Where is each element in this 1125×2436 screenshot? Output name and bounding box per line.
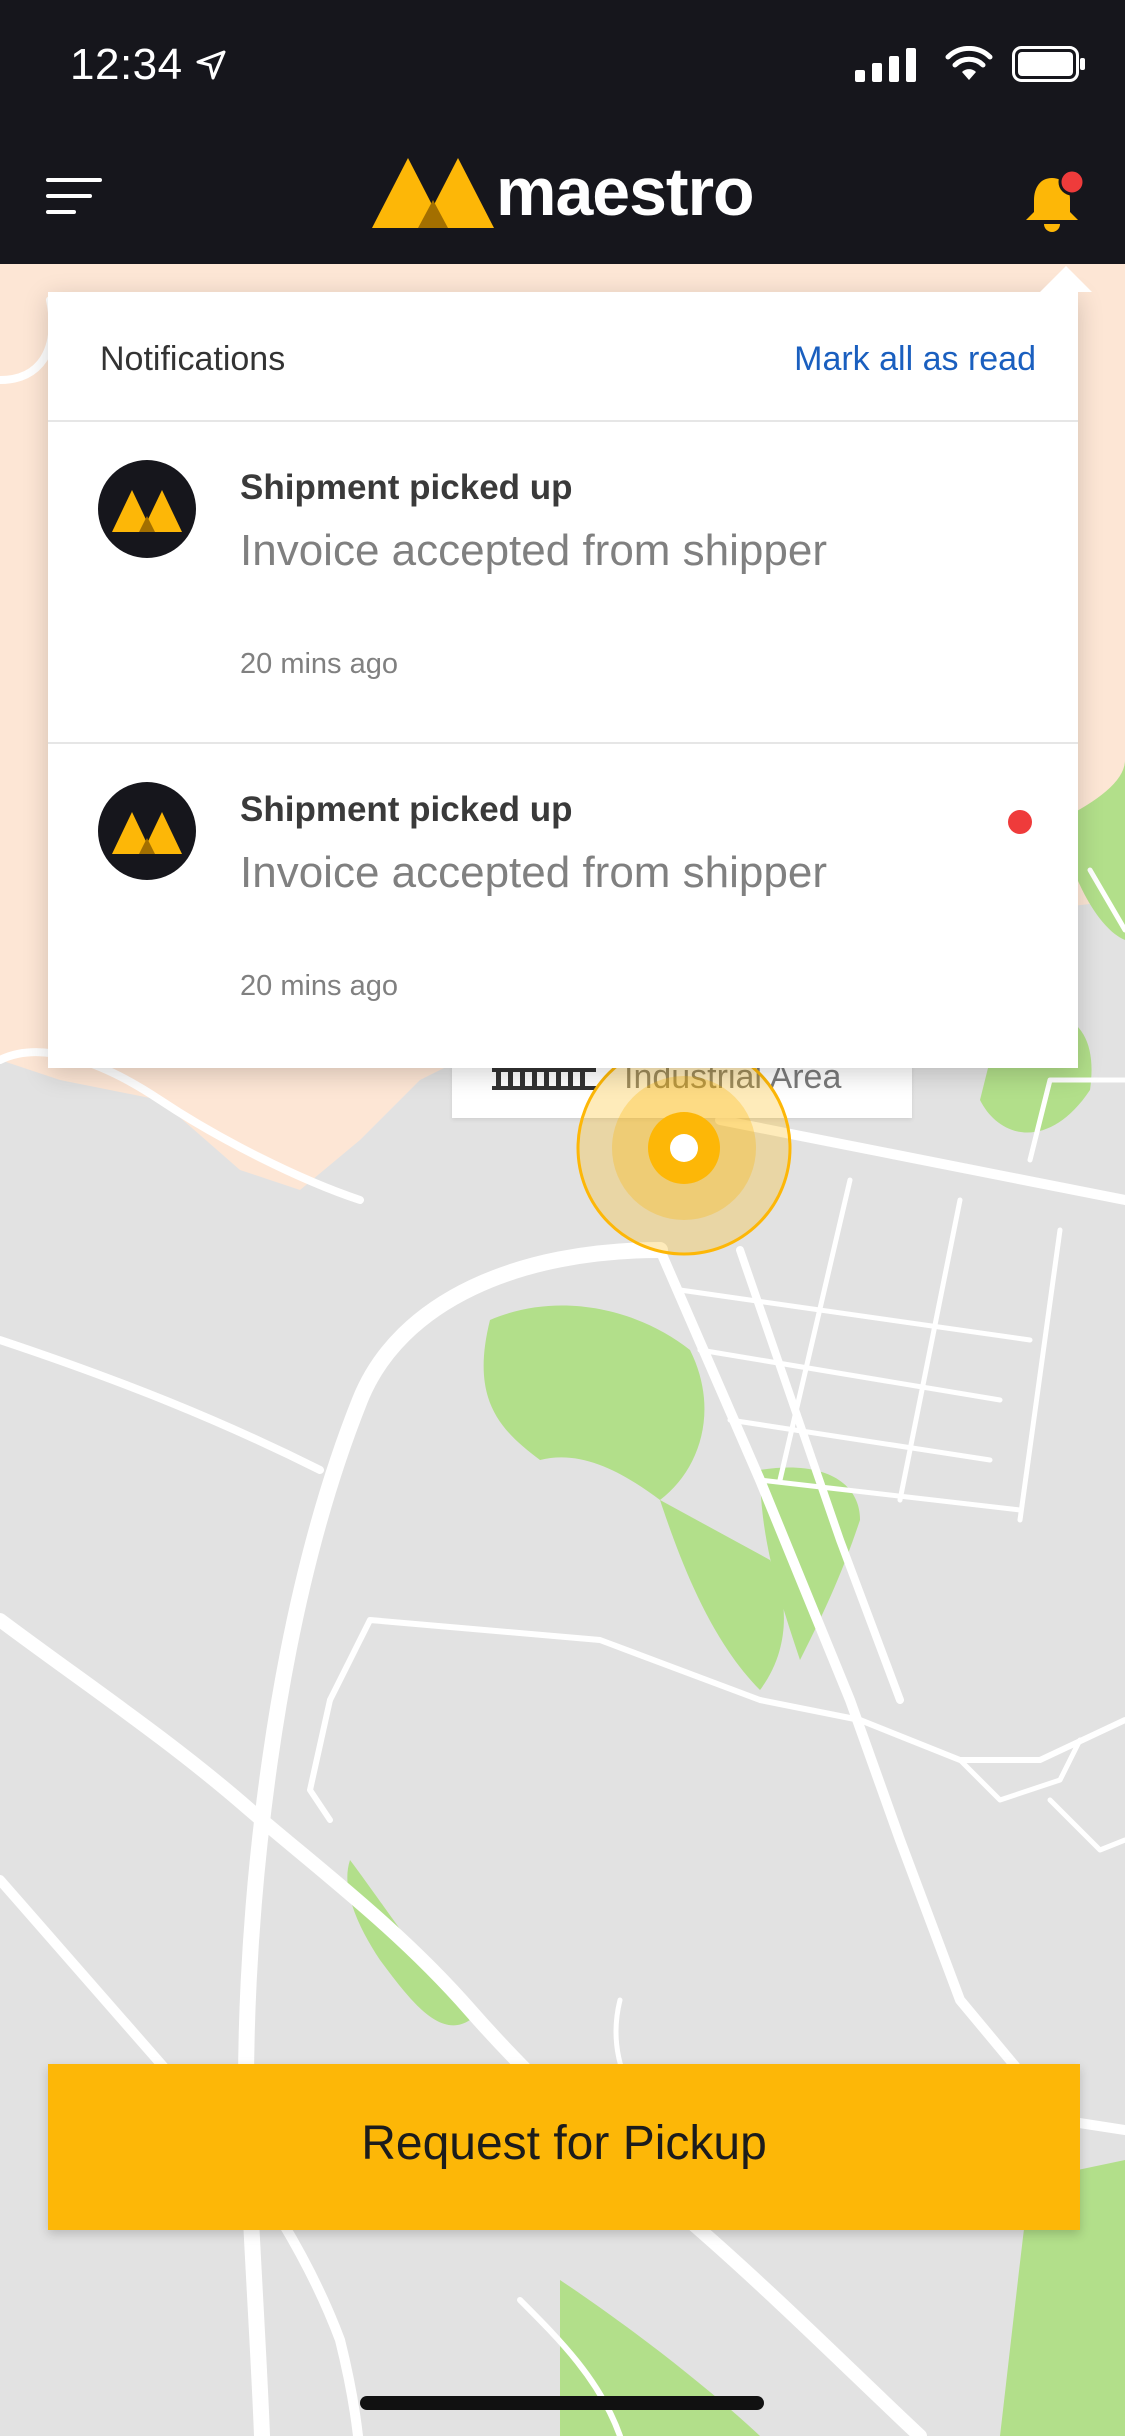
request-pickup-label: Request for Pickup	[361, 2117, 767, 2170]
app-header: 12:34 maestro	[0, 0, 1125, 264]
maestro-logo-icon	[372, 158, 494, 228]
signal-icon	[855, 48, 916, 82]
notification-heading: Shipment picked up	[240, 468, 573, 507]
current-location-marker	[574, 1038, 794, 1258]
brand-logo: maestro	[372, 152, 755, 232]
notification-time: 20 mins ago	[240, 648, 398, 680]
location-pin-icon	[576, 1040, 792, 1256]
notifications-button[interactable]	[1020, 166, 1090, 236]
notification-time: 20 mins ago	[240, 970, 398, 1002]
notification-body: Invoice accepted from shipper	[240, 848, 827, 897]
wifi-icon	[945, 46, 993, 80]
notifications-header: Notifications Mark all as read	[48, 292, 1078, 422]
notification-item[interactable]: Shipment picked up Invoice accepted from…	[48, 744, 1078, 1066]
request-pickup-button[interactable]: Request for Pickup	[48, 2064, 1080, 2230]
maestro-logo-icon	[112, 490, 182, 532]
battery-icon	[1012, 46, 1085, 82]
avatar	[98, 782, 196, 880]
notifications-title: Notifications	[100, 340, 286, 378]
unread-indicator	[1008, 810, 1032, 834]
notification-heading: Shipment picked up	[240, 790, 573, 829]
location-arrow-icon	[196, 50, 226, 80]
notification-item[interactable]: Shipment picked up Invoice accepted from…	[48, 422, 1078, 744]
brand-name: maestro	[496, 154, 755, 230]
notifications-panel: Notifications Mark all as read Shipment …	[48, 292, 1078, 1068]
dropdown-caret	[1040, 266, 1092, 292]
notification-body: Invoice accepted from shipper	[240, 526, 827, 575]
mark-all-read-link[interactable]: Mark all as read	[794, 340, 1036, 379]
menu-button[interactable]	[44, 172, 106, 220]
bell-icon	[1026, 168, 1086, 232]
avatar	[98, 460, 196, 558]
home-indicator[interactable]	[360, 2396, 764, 2410]
status-time: 12:34	[70, 40, 183, 89]
maestro-logo-icon	[112, 812, 182, 854]
menu-icon	[46, 178, 102, 214]
